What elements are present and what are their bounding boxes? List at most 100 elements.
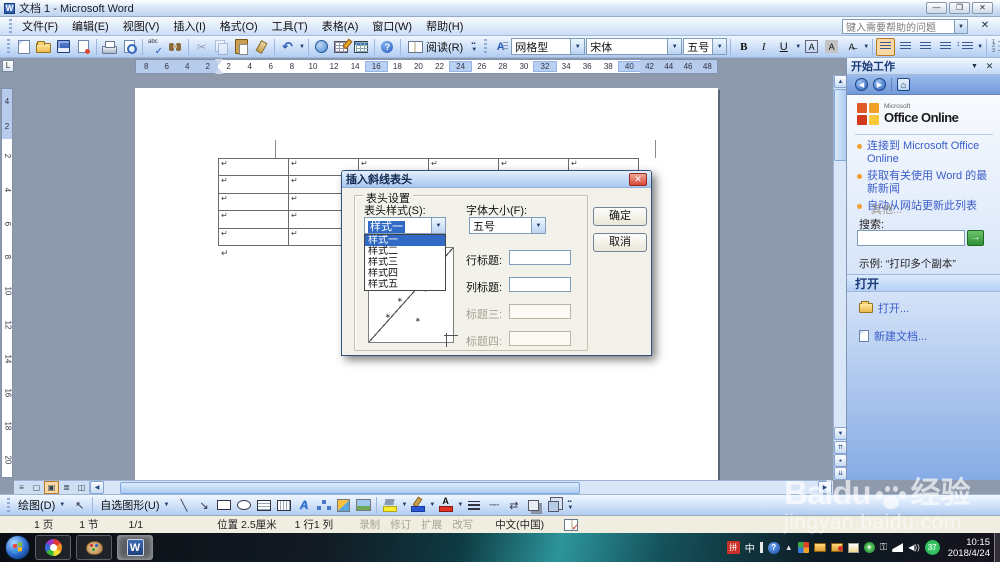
- start-button[interactable]: [5, 535, 30, 560]
- spelling-grammar-icon[interactable]: [146, 38, 165, 57]
- show-desktop-button[interactable]: [994, 533, 1000, 562]
- bold-icon[interactable]: B: [734, 38, 753, 56]
- security-tray-icon[interactable]: [847, 542, 859, 553]
- close-document-icon[interactable]: ✕: [978, 20, 992, 33]
- dialog-font-size-combo[interactable]: 五号 ▼: [469, 217, 546, 234]
- search-go-icon[interactable]: →: [967, 230, 984, 246]
- power-plug-icon[interactable]: ⚿: [880, 541, 888, 555]
- menu-item[interactable]: 表格(A): [315, 16, 366, 36]
- italic-icon[interactable]: I: [754, 38, 773, 56]
- undo-dropdown-icon[interactable]: ▼: [299, 44, 305, 50]
- chevron-down-icon[interactable]: ▼: [431, 218, 445, 233]
- distribute-icon[interactable]: [936, 38, 955, 56]
- menu-item[interactable]: 工具(T): [265, 16, 315, 36]
- style-option[interactable]: 样式四: [365, 268, 445, 279]
- taskbar-app-browser[interactable]: [35, 535, 71, 560]
- ime-bar-icon[interactable]: [759, 542, 763, 553]
- autoshapes-menu-button[interactable]: 自选图形(U) ▼: [96, 496, 173, 514]
- align-center-icon[interactable]: [896, 38, 915, 56]
- status-mode[interactable]: 修订: [390, 517, 411, 532]
- arrow-style-icon[interactable]: [504, 496, 523, 514]
- line-spacing-dropdown-icon[interactable]: ▼: [977, 44, 983, 50]
- clip-art-icon[interactable]: [334, 496, 353, 514]
- format-painter-icon[interactable]: [252, 38, 271, 56]
- taskbar-app-paint[interactable]: [76, 535, 112, 560]
- help-tray-icon[interactable]: ?: [767, 541, 780, 554]
- style-combo[interactable]: 网格型 ▼: [511, 38, 586, 55]
- status-mode[interactable]: 录制: [359, 517, 380, 532]
- drawing-font-color-icon[interactable]: [436, 496, 455, 514]
- taskbar-app-word[interactable]: W: [117, 535, 153, 560]
- toolbar-options-icon[interactable]: ▪▪ ▼: [564, 496, 576, 514]
- horizontal-ruler[interactable]: 8642 2 4 6 8 10 12 14 16 18 20 22 24 26 28 30 32 34 36 38 4…: [135, 59, 718, 74]
- close-button[interactable]: ✕: [972, 2, 993, 14]
- line-style-icon[interactable]: [464, 496, 483, 514]
- character-scale-icon[interactable]: A̶: [842, 38, 861, 56]
- character-border-icon[interactable]: A: [802, 38, 821, 56]
- insert-table-icon[interactable]: [352, 38, 371, 56]
- fill-color-dropdown-icon[interactable]: ▼: [401, 502, 407, 508]
- select-objects-icon[interactable]: [70, 496, 89, 514]
- research-icon[interactable]: [166, 38, 185, 56]
- scroll-left-icon[interactable]: ◀: [90, 481, 104, 494]
- table-cell[interactable]: ↵: [219, 193, 289, 212]
- more-link[interactable]: 其他...: [871, 201, 902, 217]
- show-hidden-icons-icon[interactable]: ▲: [785, 541, 793, 555]
- numbering-icon[interactable]: [990, 38, 1000, 56]
- status-mode[interactable]: 改写: [452, 517, 473, 532]
- spelling-status-icon[interactable]: [564, 518, 579, 533]
- dash-style-icon[interactable]: [484, 496, 503, 514]
- reading-view-icon[interactable]: ◫: [74, 481, 89, 494]
- tables-borders-icon[interactable]: [332, 38, 351, 56]
- align-left-icon[interactable]: [876, 37, 896, 56]
- print-icon[interactable]: [100, 38, 119, 56]
- normal-view-icon[interactable]: ≡: [14, 481, 29, 494]
- network-signal-icon[interactable]: [892, 543, 904, 552]
- table-cell[interactable]: ↵: [219, 211, 289, 229]
- toolbar-grip[interactable]: [484, 39, 488, 54]
- arrow-icon[interactable]: [194, 496, 213, 514]
- font-combo[interactable]: 宋体 ▼: [586, 38, 683, 55]
- chevron-down-icon[interactable]: ▼: [954, 20, 967, 33]
- field-input[interactable]: [509, 250, 571, 265]
- scroll-right-icon[interactable]: ▶: [818, 481, 832, 494]
- web-layout-view-icon[interactable]: ▢: [29, 481, 44, 494]
- minimize-button[interactable]: —: [926, 2, 947, 14]
- menu-item[interactable]: 格式(O): [213, 16, 265, 36]
- hyperlink-icon[interactable]: [312, 38, 331, 56]
- menu-item[interactable]: 窗口(W): [365, 16, 419, 36]
- baidu-app-tray-icon[interactable]: [797, 542, 809, 553]
- open-link[interactable]: 打开...: [859, 300, 909, 316]
- table-cell[interactable]: ↵: [219, 228, 289, 246]
- tab-selector[interactable]: L: [2, 60, 14, 72]
- status-mode[interactable]: 扩展: [421, 517, 442, 532]
- horizontal-scrollbar-thumb[interactable]: [120, 481, 580, 494]
- vertical-ruler[interactable]: 4 2 2 4 6 8 10 12 14 16 18 20: [1, 88, 13, 478]
- dialog-titlebar[interactable]: 插入斜线表头 ✕: [342, 171, 651, 188]
- insert-picture-icon[interactable]: [354, 496, 373, 514]
- menu-item[interactable]: 视图(V): [116, 16, 167, 36]
- new-document-icon[interactable]: [14, 38, 33, 56]
- vertical-text-box-icon[interactable]: [274, 496, 293, 514]
- battery-percent-badge[interactable]: 37: [924, 540, 940, 555]
- reading-layout-button[interactable]: 阅读(R): [404, 38, 467, 56]
- save-icon[interactable]: [54, 38, 73, 56]
- diagram-icon[interactable]: [314, 496, 333, 514]
- undo-icon[interactable]: [278, 38, 297, 56]
- forward-icon[interactable]: ▶: [873, 78, 886, 91]
- folder-alert-tray-icon[interactable]: [830, 543, 843, 552]
- outline-view-icon[interactable]: ≣: [59, 481, 74, 494]
- character-scale-dropdown-icon[interactable]: ▼: [863, 44, 869, 50]
- paste-icon[interactable]: [232, 38, 251, 56]
- underline-icon[interactable]: U: [774, 38, 793, 56]
- chevron-down-icon[interactable]: ▼: [667, 39, 682, 54]
- first-line-indent-marker[interactable]: [215, 59, 223, 65]
- oval-icon[interactable]: [234, 496, 253, 514]
- line-color-dropdown-icon[interactable]: ▼: [429, 502, 435, 508]
- chevron-down-icon[interactable]: ▼: [531, 218, 545, 233]
- task-pane-link[interactable]: 连接到 Microsoft Office Online: [857, 140, 995, 166]
- style-option[interactable]: 样式五: [365, 279, 445, 290]
- dialog-close-icon[interactable]: ✕: [629, 172, 647, 186]
- horizontal-scrollbar[interactable]: ≡ ▢ ▣ ≣ ◫ ◀ ▶: [14, 480, 833, 494]
- volume-icon[interactable]: ◀)): [908, 541, 919, 555]
